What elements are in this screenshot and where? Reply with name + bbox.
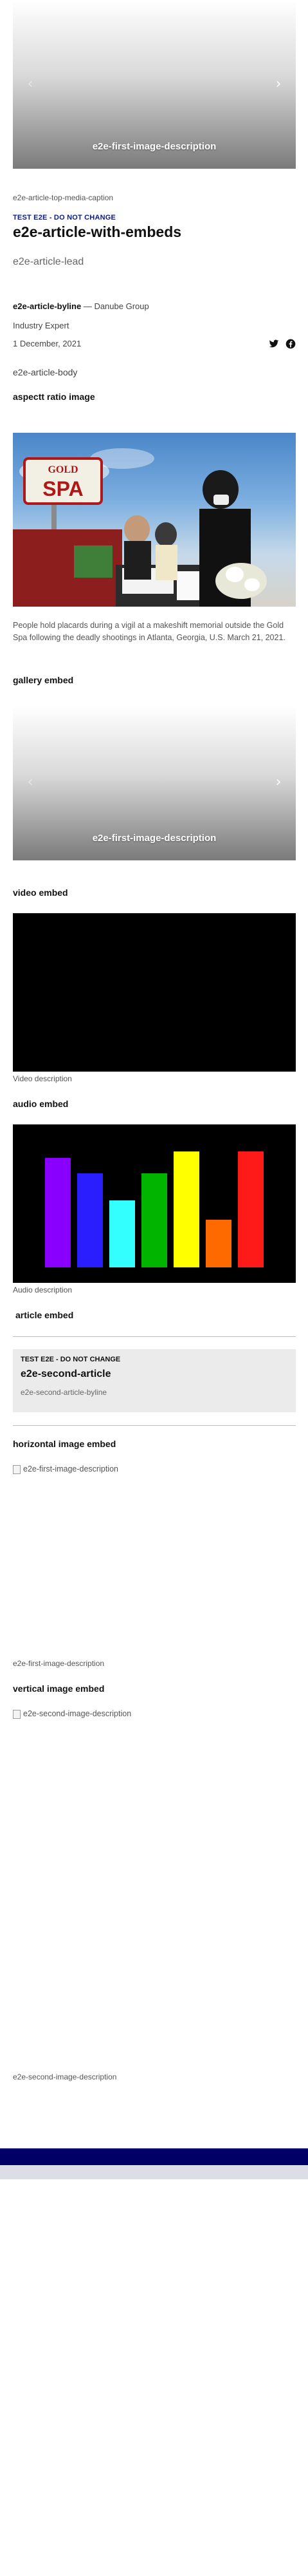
share-buttons (269, 339, 296, 349)
divider (13, 1336, 296, 1337)
vigil-photo-illustration: GOLD SPA (13, 448, 267, 607)
section-heading-vertical-image: vertical image embed (13, 1683, 105, 1694)
audio-visualizer-bar (206, 1220, 231, 1267)
audio-visualizer-bar (141, 1173, 167, 1267)
article-embed-card[interactable]: TEST E2E - DO NOT CHANGE e2e-second-arti… (13, 1349, 296, 1412)
broken-image-icon (13, 1465, 21, 1474)
article-byline: e2e-article-byline — Danube Group (13, 301, 149, 311)
article-date: 1 December, 2021 (13, 339, 82, 348)
vertical-image: e2e-second-image-description (13, 1709, 131, 1719)
vertical-image-caption: e2e-second-image-description (13, 2072, 117, 2081)
horizontal-image: e2e-first-image-description (13, 1464, 118, 1474)
footer-bar (0, 2148, 308, 2165)
vertical-image-alt: e2e-second-image-description (23, 1709, 132, 1718)
embed-article-byline: e2e-second-article-byline (21, 1388, 107, 1397)
sign-top-text: GOLD (48, 464, 78, 475)
footer-subbar (0, 2165, 308, 2179)
audio-player[interactable] (13, 1124, 296, 1283)
audio-visualizer-bar (174, 1151, 199, 1267)
section-heading-video: video embed (13, 887, 68, 898)
audio-visualizer-bar (238, 1151, 264, 1267)
byline-organization: — Danube Group (81, 301, 149, 311)
article-body: e2e-article-body (13, 367, 78, 377)
embed-article-title[interactable]: e2e-second-article (21, 1368, 288, 1380)
gallery-embed-next-arrow-icon[interactable]: › (270, 774, 287, 791)
section-heading-aspect-ratio: aspectt ratio image (13, 392, 95, 402)
video-description: Video description (13, 1074, 72, 1083)
gallery-embed-caption: e2e-first-image-description (92, 833, 217, 844)
sign-main-text: SPA (42, 477, 83, 500)
facebook-icon[interactable] (285, 339, 296, 349)
gallery-next-arrow-icon[interactable]: › (270, 76, 287, 93)
gallery-image-caption: e2e-first-image-description (92, 141, 217, 152)
broken-image-icon (13, 1710, 21, 1719)
section-heading-audio: audio embed (13, 1099, 69, 1109)
aspect-ratio-photo: GOLD SPA (13, 433, 296, 607)
audio-visualizer-bar (45, 1158, 71, 1267)
horizontal-image-alt: e2e-first-image-description (23, 1464, 118, 1473)
article-tag[interactable]: TEST E2E - DO NOT CHANGE (13, 214, 116, 222)
article-title: e2e-article-with-embeds (13, 223, 182, 240)
photo-caption: People hold placards during a vigil at a… (13, 621, 285, 642)
embed-article-tag[interactable]: TEST E2E - DO NOT CHANGE (21, 1356, 288, 1363)
top-media-caption: e2e-article-top-media-caption (13, 193, 114, 202)
section-heading-gallery: gallery embed (13, 675, 74, 685)
top-image-gallery[interactable]: ‹ › e2e-first-image-description (13, 0, 296, 169)
divider (13, 1425, 296, 1426)
section-heading-horizontal-image: horizontal image embed (13, 1439, 116, 1449)
article-lead: e2e-article-lead (13, 256, 84, 267)
gallery-prev-arrow-icon[interactable]: ‹ (22, 76, 39, 93)
byline-role: Industry Expert (13, 321, 69, 330)
horizontal-image-caption: e2e-first-image-description (13, 1659, 105, 1668)
audio-visualizer-bar (109, 1200, 135, 1267)
gallery-embed[interactable]: ‹ › e2e-first-image-description (13, 706, 296, 860)
section-heading-article: article embed (15, 1310, 74, 1320)
audio-visualizer-bar (77, 1173, 103, 1267)
byline-author[interactable]: e2e-article-byline (13, 301, 81, 311)
twitter-icon[interactable] (269, 339, 279, 349)
video-player[interactable] (13, 913, 296, 1072)
gallery-embed-prev-arrow-icon[interactable]: ‹ (22, 774, 39, 791)
audio-description: Audio description (13, 1285, 73, 1294)
